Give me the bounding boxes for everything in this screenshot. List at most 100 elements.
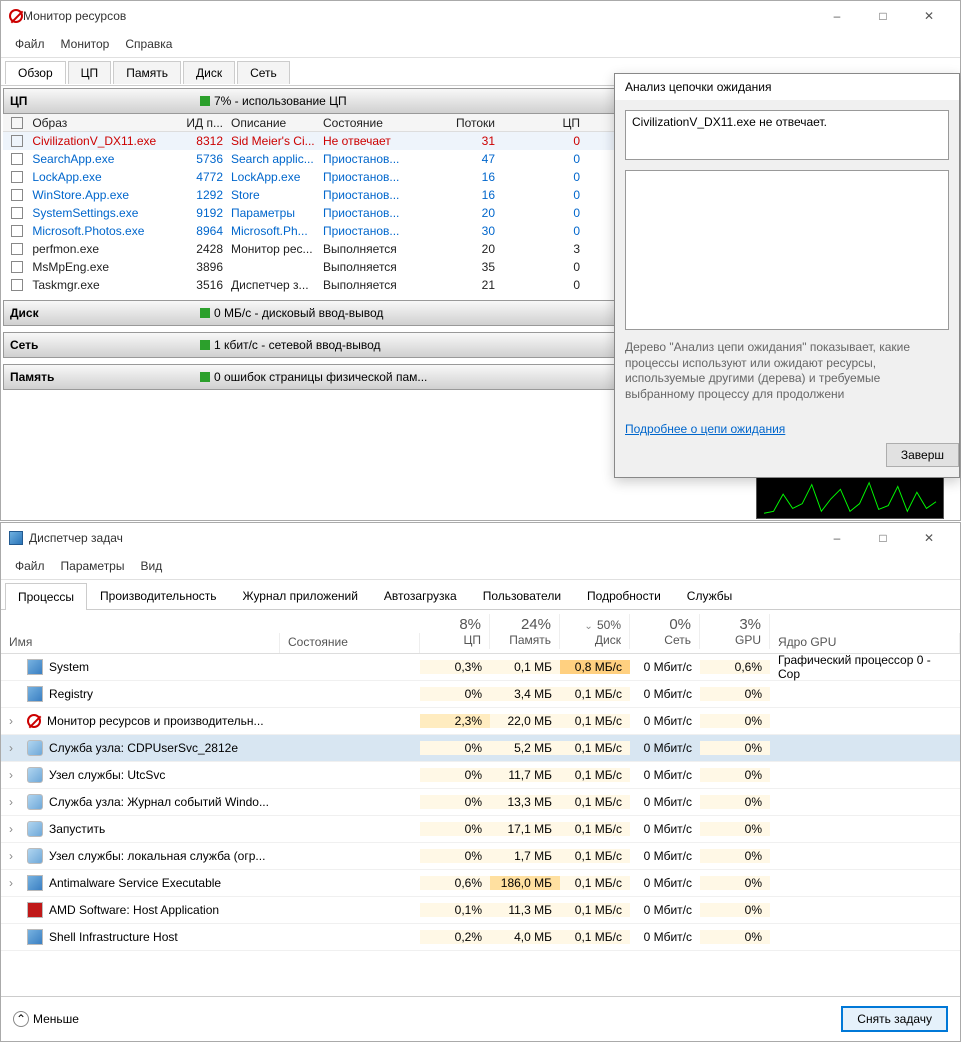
tab-app-history[interactable]: Журнал приложений <box>230 582 371 609</box>
expand-icon[interactable]: › <box>9 768 21 782</box>
process-row[interactable]: System0,3%0,1 МБ0,8 МБ/с0 Мбит/с0,6%Граф… <box>1 654 960 681</box>
process-cpu: 2,3% <box>420 714 490 728</box>
row-checkbox[interactable] <box>11 261 23 273</box>
tab-startup[interactable]: Автозагрузка <box>371 582 470 609</box>
process-desc: Параметры <box>227 206 319 220</box>
expand-icon[interactable]: › <box>9 849 21 863</box>
row-checkbox[interactable] <box>11 171 23 183</box>
select-all-checkbox[interactable] <box>11 117 23 129</box>
tab-network[interactable]: Сеть <box>237 61 290 84</box>
tab-performance[interactable]: Производительность <box>87 582 229 609</box>
process-memory: 186,0 МБ <box>490 876 560 890</box>
process-threads: 35 <box>414 260 499 274</box>
end-task-button[interactable]: Снять задачу <box>841 1006 948 1032</box>
process-disk: 0,1 МБ/с <box>560 930 630 944</box>
tab-disk[interactable]: Диск <box>183 61 235 84</box>
menu-view[interactable]: Вид <box>132 555 170 577</box>
row-checkbox[interactable] <box>11 135 23 147</box>
col-network[interactable]: 0%Сеть <box>630 614 700 649</box>
col-cpu[interactable]: 8%ЦП <box>420 614 490 649</box>
tab-details[interactable]: Подробности <box>574 582 674 609</box>
process-image: Microsoft.Photos.exe <box>32 224 144 238</box>
process-icon <box>27 875 43 891</box>
maximize-button[interactable]: □ <box>860 523 906 553</box>
tab-memory[interactable]: Память <box>113 61 181 84</box>
process-memory: 0,1 МБ <box>490 660 560 674</box>
col-image[interactable]: Образ <box>32 116 67 130</box>
tab-services[interactable]: Службы <box>674 582 745 609</box>
process-row[interactable]: ›Antimalware Service Executable0,6%186,0… <box>1 870 960 897</box>
tab-users[interactable]: Пользователи <box>470 582 574 609</box>
close-button[interactable]: ✕ <box>906 523 952 553</box>
tab-overview[interactable]: Обзор <box>5 61 66 84</box>
col-disk[interactable]: ⌄ 50%Диск <box>560 614 630 649</box>
process-pid: 5736 <box>177 152 227 166</box>
maximize-button[interactable]: □ <box>860 1 906 31</box>
process-icon <box>27 767 43 783</box>
col-state[interactable]: Состояние <box>319 116 414 130</box>
minimize-button[interactable]: ‒ <box>814 1 860 31</box>
col-gpu-engine[interactable]: Ядро GPU <box>770 633 960 653</box>
process-name: Служба узла: Журнал событий Windo... <box>49 795 269 809</box>
menu-options[interactable]: Параметры <box>53 555 133 577</box>
expand-icon[interactable]: › <box>9 714 21 728</box>
col-memory[interactable]: 24%Память <box>490 614 560 649</box>
process-image: perfmon.exe <box>32 242 99 256</box>
row-checkbox[interactable] <box>11 279 23 291</box>
learn-more-link[interactable]: Подробнее о цепи ожидания <box>625 422 785 436</box>
menu-file[interactable]: Файл <box>7 555 53 577</box>
fewer-details-button[interactable]: ⌃ Меньше <box>13 1011 79 1027</box>
process-pid: 3896 <box>177 260 227 274</box>
app-icon <box>9 531 23 545</box>
process-state: Выполняется <box>319 260 414 274</box>
process-gpu: 0% <box>700 903 770 917</box>
process-pid: 8312 <box>177 134 227 148</box>
tm-process-list: System0,3%0,1 МБ0,8 МБ/с0 Мбит/с0,6%Граф… <box>1 654 960 964</box>
col-desc[interactable]: Описание <box>227 116 319 130</box>
row-checkbox[interactable] <box>11 189 23 201</box>
minimize-button[interactable]: ‒ <box>814 523 860 553</box>
process-row[interactable]: ›Узел службы: UtcSvc0%11,7 МБ0,1 МБ/с0 М… <box>1 762 960 789</box>
process-row[interactable]: Registry0%3,4 МБ0,1 МБ/с0 Мбит/с0% <box>1 681 960 708</box>
process-row[interactable]: Shell Infrastructure Host0,2%4,0 МБ0,1 М… <box>1 924 960 951</box>
tab-processes[interactable]: Процессы <box>5 583 87 610</box>
row-checkbox[interactable] <box>11 225 23 237</box>
disk-io-stat: 0 МБ/с - дисковый ввод-вывод <box>214 306 383 320</box>
menu-help[interactable]: Справка <box>117 33 180 55</box>
process-disk: 0,8 МБ/с <box>560 660 630 674</box>
col-threads[interactable]: Потоки <box>414 116 499 130</box>
task-manager-window: Диспетчер задач ‒ □ ✕ Файл Параметры Вид… <box>0 522 961 1042</box>
expand-icon[interactable]: › <box>9 876 21 890</box>
tm-table-header: Имя Состояние 8%ЦП 24%Память ⌄ 50%Диск 0… <box>1 610 960 654</box>
close-button[interactable]: ✕ <box>906 1 952 31</box>
process-memory: 4,0 МБ <box>490 930 560 944</box>
row-checkbox[interactable] <box>11 243 23 255</box>
process-row[interactable]: ›Запустить0%17,1 МБ0,1 МБ/с0 Мбит/с0% <box>1 816 960 843</box>
menu-monitor[interactable]: Монитор <box>53 33 118 55</box>
col-gpu[interactable]: 3%GPU <box>700 614 770 649</box>
dialog-message: CivilizationV_DX11.exe не отвечает. <box>625 110 949 160</box>
process-row[interactable]: AMD Software: Host Application0,1%11,3 М… <box>1 897 960 924</box>
expand-icon[interactable]: › <box>9 741 21 755</box>
wait-chain-tree[interactable] <box>625 170 949 330</box>
process-row[interactable]: ›Узел службы: локальная служба (огр...0%… <box>1 843 960 870</box>
col-name[interactable]: Имя <box>1 633 280 653</box>
process-threads: 20 <box>414 206 499 220</box>
process-row[interactable]: ›Служба узла: CDPUserSvc_2812e0%5,2 МБ0,… <box>1 735 960 762</box>
row-checkbox[interactable] <box>11 207 23 219</box>
row-checkbox[interactable] <box>11 153 23 165</box>
end-process-button[interactable]: Заверш <box>886 443 959 467</box>
expand-icon[interactable]: › <box>9 795 21 809</box>
process-row[interactable]: ›Служба узла: Журнал событий Windo...0%1… <box>1 789 960 816</box>
process-row[interactable]: ›Монитор ресурсов и производительн...2,3… <box>1 708 960 735</box>
expand-icon[interactable]: › <box>9 822 21 836</box>
col-pid[interactable]: ИД п... <box>177 116 227 130</box>
tab-cpu[interactable]: ЦП <box>68 61 112 84</box>
process-image: LockApp.exe <box>32 170 101 184</box>
col-status[interactable]: Состояние <box>280 633 420 653</box>
process-gpu: 0% <box>700 795 770 809</box>
col-cpu[interactable]: ЦП <box>499 116 584 130</box>
process-pid: 4772 <box>177 170 227 184</box>
menu-file[interactable]: Файл <box>7 33 53 55</box>
process-name: Узел службы: UtcSvc <box>49 768 165 782</box>
